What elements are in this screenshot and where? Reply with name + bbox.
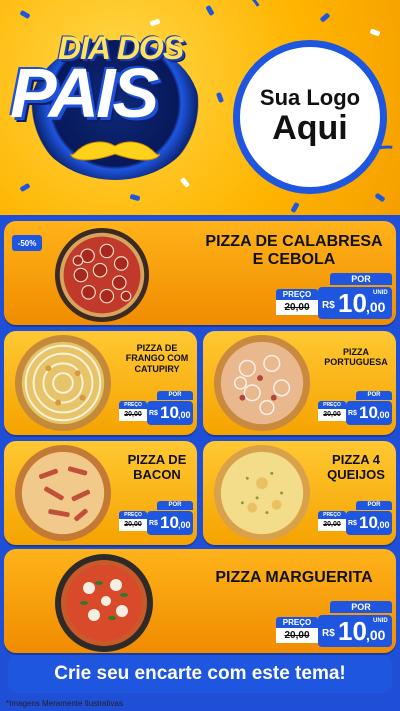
price-preco-label: PREÇO xyxy=(276,617,318,628)
price-por-label: POR xyxy=(356,391,392,400)
pizza-portuguesa-image xyxy=(213,334,311,432)
price-value: 10 xyxy=(160,403,179,422)
price-box: R$ 10 ,00 xyxy=(147,511,193,535)
price-por-label: POR xyxy=(157,501,193,510)
pizza-calabresa-image xyxy=(54,227,150,323)
confetti xyxy=(290,201,300,214)
confetti xyxy=(215,91,225,104)
price-value: 10 xyxy=(359,403,378,422)
price-box: R$ 10 ,00 xyxy=(147,401,193,425)
product-name: PIZZA DE CALABRESA E CEBOLA xyxy=(205,233,383,269)
price-preco-label: PREÇO xyxy=(318,401,346,409)
price-box: R$ 10 ,00 xyxy=(346,511,392,535)
logo-line-2: Aqui xyxy=(272,109,348,148)
price-cents: ,00 xyxy=(178,520,191,530)
price-box: R$ 10 ,00 UNID xyxy=(318,615,392,647)
old-price: 20,00 xyxy=(119,409,147,421)
price-preco-label: PREÇO xyxy=(276,289,318,300)
discount-badge: -50% xyxy=(12,235,42,251)
confetti xyxy=(149,18,161,27)
product-name: PIZZA MARGUERITA xyxy=(215,569,373,586)
image-disclaimer: *Imagens Meramente Ilustrativas xyxy=(6,699,123,708)
pizza-frango-image xyxy=(14,334,112,432)
logo-placeholder: Sua Logo Aqui xyxy=(233,40,387,194)
cta-banner[interactable]: Crie seu encarte com este tema! xyxy=(8,655,392,693)
price-tag: POR R$ 10 ,00 PREÇO 20,00 xyxy=(318,501,392,535)
price-preco-label: PREÇO xyxy=(318,511,346,519)
confetti xyxy=(369,28,381,37)
old-price: 20,00 xyxy=(119,519,147,531)
price-tag: POR R$ 10 ,00 UNID PREÇO 20,00 xyxy=(276,273,392,319)
product-card-4-queijos[interactable]: PIZZA 4 QUEIJOS POR R$ 10 ,00 PREÇO 20,0… xyxy=(203,441,396,545)
currency-symbol: R$ xyxy=(348,410,357,417)
old-price: 20,00 xyxy=(318,519,346,531)
price-cents: ,00 xyxy=(377,410,390,420)
price-value: 10 xyxy=(338,616,367,646)
product-card-bacon[interactable]: PIZZA DE BACON POR R$ 10 ,00 PREÇO 20,00 xyxy=(4,441,197,545)
product-card-portuguesa[interactable]: PIZZA PORTUGUESA POR R$ 10 ,00 PREÇO 20,… xyxy=(203,331,396,435)
price-value: 10 xyxy=(359,513,378,532)
price-unit: UNID xyxy=(373,290,388,296)
price-preco-label: PREÇO xyxy=(119,511,147,519)
price-por-label: POR xyxy=(330,601,392,613)
currency-symbol: R$ xyxy=(322,628,335,639)
product-card-frango[interactable]: PIZZA DE FRANGO COM CATUPIRY POR R$ 10 ,… xyxy=(4,331,197,435)
product-card-calabresa[interactable]: -50% PIZZA DE CALABRESA E CEBOLA POR R$ … xyxy=(4,221,396,325)
price-cents: ,00 xyxy=(377,520,390,530)
currency-symbol: R$ xyxy=(348,520,357,527)
pizza-marguerita-image xyxy=(55,554,153,652)
product-name: PIZZA DE FRANGO COM CATUPIRY xyxy=(125,343,189,374)
currency-symbol: R$ xyxy=(322,300,335,311)
currency-symbol: R$ xyxy=(149,520,158,527)
price-por-label: POR xyxy=(157,391,193,400)
price-por-label: POR xyxy=(356,501,392,510)
price-preco-label: PREÇO xyxy=(119,401,147,409)
currency-symbol: R$ xyxy=(149,410,158,417)
price-tag: POR R$ 10 ,00 PREÇO 20,00 xyxy=(119,501,193,535)
old-price: 20,00 xyxy=(318,409,346,421)
price-value: 10 xyxy=(338,288,367,318)
logo-line-1: Sua Logo xyxy=(259,85,361,111)
price-tag: POR R$ 10 ,00 PREÇO 20,00 xyxy=(318,391,392,425)
confetti xyxy=(179,177,191,188)
price-unit: UNID xyxy=(373,618,388,624)
old-price: 20,00 xyxy=(276,300,318,315)
confetti xyxy=(19,9,31,20)
pizza-4-queijos-image xyxy=(213,444,311,542)
hero-banner: DIA DOS PAIS Sua Logo Aqui xyxy=(0,0,400,215)
price-por-label: POR xyxy=(330,273,392,285)
confetti xyxy=(319,12,331,23)
confetti xyxy=(19,182,31,193)
price-box: R$ 10 ,00 UNID xyxy=(318,287,392,319)
price-cents: ,00 xyxy=(366,299,386,315)
price-value: 10 xyxy=(160,513,179,532)
price-cents: ,00 xyxy=(366,627,386,643)
old-price: 20,00 xyxy=(276,628,318,643)
product-card-marguerita[interactable]: PIZZA MARGUERITA POR R$ 10 ,00 UNID PREÇ… xyxy=(4,549,396,653)
mustache-icon xyxy=(70,141,160,161)
title-pais: PAIS xyxy=(10,54,159,132)
product-name: PIZZA 4 QUEIJOS xyxy=(327,452,385,482)
pizza-bacon-image xyxy=(14,444,112,542)
price-tag: POR R$ 10 ,00 PREÇO 20,00 xyxy=(119,391,193,425)
price-box: R$ 10 ,00 xyxy=(346,401,392,425)
price-cents: ,00 xyxy=(178,410,191,420)
confetti xyxy=(129,193,141,202)
product-name: PIZZA DE BACON xyxy=(127,452,187,482)
price-tag: POR R$ 10 ,00 UNID PREÇO 20,00 xyxy=(276,601,392,647)
product-name: PIZZA PORTUGUESA xyxy=(324,347,388,368)
